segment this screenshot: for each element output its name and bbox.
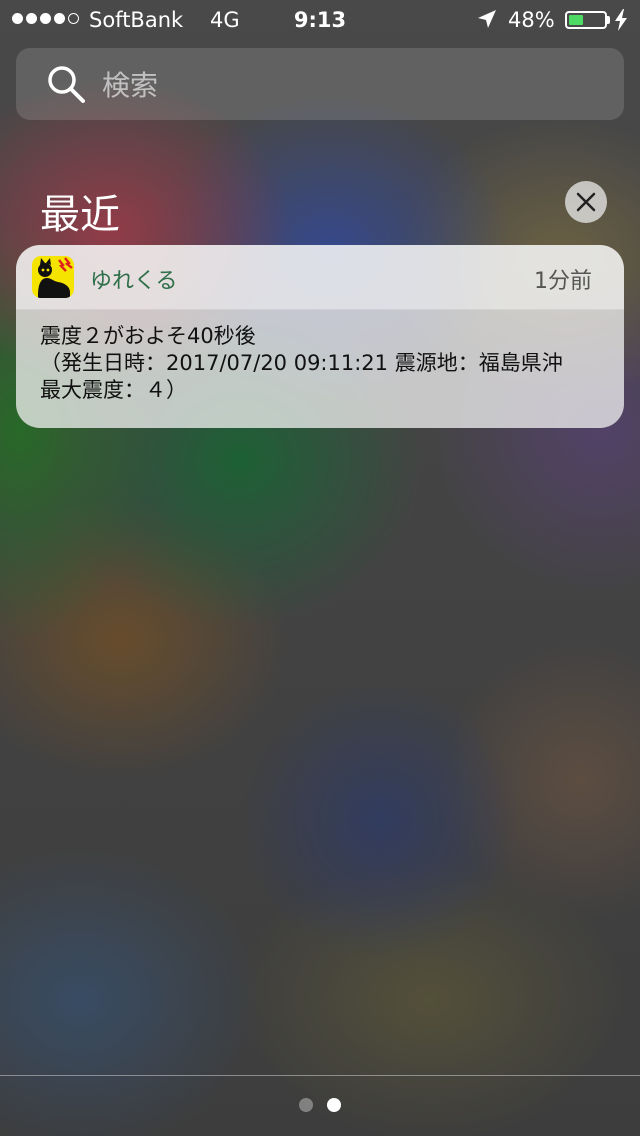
notification-header: ゆれくる 1分前: [16, 245, 624, 310]
search-input[interactable]: [100, 62, 604, 108]
search-icon: [48, 66, 85, 103]
battery-cap: [607, 16, 610, 24]
location-arrow-icon: [478, 10, 496, 28]
charging-bolt-icon: [615, 9, 627, 31]
notification-message: 震度２がおよそ40秒後 （発生日時：2017/07/20 09:11:21 震源…: [40, 323, 610, 404]
blurred-wallpaper: [0, 0, 640, 1136]
section-title-recent: 最近: [40, 192, 120, 238]
search-bar[interactable]: [16, 48, 624, 120]
battery-level-fill: [569, 15, 584, 25]
notification-message-line: 震度２がおよそ40秒後: [40, 324, 256, 348]
notification-app-name: ゆれくる: [90, 269, 178, 294]
notification-message-line: 最大震度：４）: [40, 378, 187, 402]
status-bar: SoftBank 4G 9:13 48%: [0, 0, 640, 40]
notification-card[interactable]: ゆれくる 1分前 震度２がおよそ40秒後 （発生日時：2017/07/20 09…: [16, 245, 624, 428]
yurekuru-app-icon: [32, 256, 74, 298]
battery-icon: [565, 11, 607, 29]
clear-notifications-button[interactable]: [565, 181, 607, 223]
notification-message-line: （発生日時：2017/07/20 09:11:21 震源地：福島県沖: [40, 351, 563, 375]
page-dot-active[interactable]: [327, 1098, 341, 1112]
close-icon: [576, 192, 596, 212]
page-dot[interactable]: [299, 1098, 313, 1112]
notification-time: 1分前: [534, 269, 592, 294]
page-indicator[interactable]: [0, 1098, 640, 1112]
bottom-divider: [0, 1075, 640, 1076]
battery-percentage: 48%: [508, 8, 555, 32]
